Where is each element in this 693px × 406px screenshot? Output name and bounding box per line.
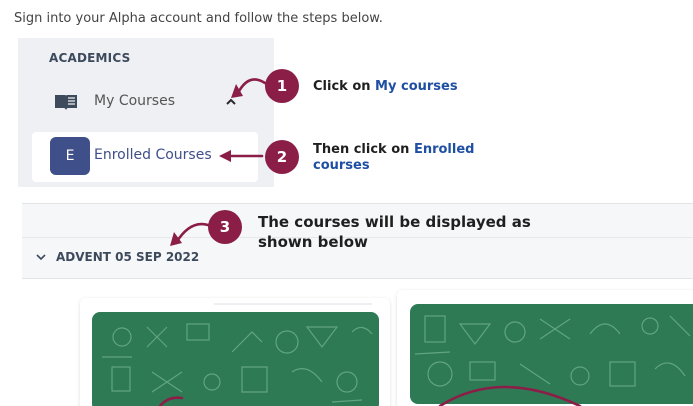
step-1-badge: 1 <box>265 69 299 103</box>
my-courses-label: My Courses <box>94 93 175 109</box>
step-2-text: Then click on Enrolled courses <box>313 142 503 174</box>
step-1-text: Click on My courses <box>313 79 458 94</box>
chevron-down-icon[interactable] <box>35 252 47 262</box>
chalkboard-doodle-icon <box>414 315 691 387</box>
chevron-up-icon[interactable] <box>224 94 238 108</box>
step-1-highlight: My courses <box>375 79 458 94</box>
menu-heading: ACADEMICS <box>49 51 131 65</box>
instructions-text: Sign into your Alpha account and follow … <box>14 11 383 26</box>
course-card-image <box>410 304 693 404</box>
section-title[interactable]: ADVENT 05 SEP 2022 <box>56 250 199 264</box>
menu-item-enrolled-courses[interactable]: E Enrolled Courses <box>32 132 258 182</box>
enrolled-courses-avatar: E <box>50 137 90 175</box>
step-2-prefix: Then click on <box>313 142 414 157</box>
step-3-text: The courses will be displayed as shown b… <box>258 213 531 251</box>
academics-menu: ACADEMICS My Courses E Enrolled Courses <box>18 38 274 187</box>
step-2-badge: 2 <box>265 140 299 174</box>
course-card-image <box>92 312 379 406</box>
course-card[interactable] <box>80 298 390 406</box>
enrolled-courses-label: Enrolled Courses <box>94 147 212 163</box>
book-icon <box>55 95 77 110</box>
course-card[interactable] <box>397 290 693 406</box>
chalkboard-doodle-icon <box>102 323 373 403</box>
menu-item-my-courses[interactable]: My Courses <box>18 85 274 119</box>
step-1-prefix: Click on <box>313 79 376 94</box>
step-3-badge: 3 <box>208 210 242 244</box>
